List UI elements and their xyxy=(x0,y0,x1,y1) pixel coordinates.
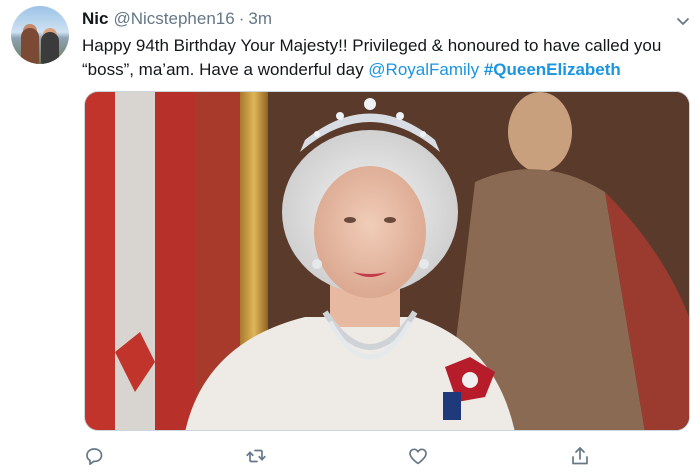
mention-link[interactable]: @RoyalFamily xyxy=(368,60,479,79)
separator: · xyxy=(238,9,245,28)
tweet-image[interactable] xyxy=(84,91,690,431)
share-icon[interactable] xyxy=(568,444,592,468)
tweet-text: Happy 94th Birthday Your Majesty!! Privi… xyxy=(82,34,682,82)
retweet-icon[interactable] xyxy=(244,444,268,468)
author-handle[interactable]: @Nicstephen16 xyxy=(113,9,234,28)
tweet-header: Nic @Nicstephen16 · 3m xyxy=(82,8,272,30)
reply-icon[interactable] xyxy=(82,444,106,468)
author-name[interactable]: Nic xyxy=(82,9,108,28)
tweet-actions xyxy=(82,444,622,468)
like-icon[interactable] xyxy=(406,444,430,468)
avatar[interactable] xyxy=(11,6,69,64)
tweet: Nic @Nicstephen16 · 3m Happy 94th Birthday … xyxy=(0,0,700,474)
chevron-down-icon[interactable] xyxy=(674,12,692,30)
hashtag-link[interactable]: #QueenElizabeth xyxy=(484,60,621,79)
timestamp[interactable]: 3m xyxy=(248,9,272,28)
